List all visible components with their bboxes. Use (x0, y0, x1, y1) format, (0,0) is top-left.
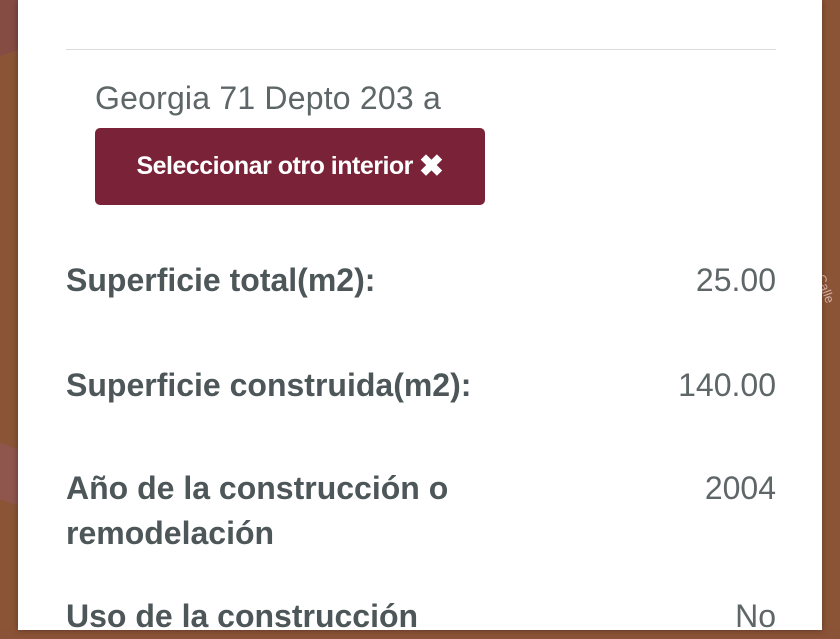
close-icon: ✖ (418, 149, 444, 183)
field-value: 140.00 (678, 367, 776, 403)
field-row-total-area: Superficie total(m2): 25.00 (66, 258, 776, 303)
field-label: Superficie construida(m2): (66, 367, 472, 403)
field-row-construction-use: Uso de la construcción No (66, 594, 776, 639)
field-row-construction-year: Año de la construcción o remodelación 20… (66, 466, 776, 556)
field-value: No (735, 598, 776, 634)
property-address: Georgia 71 Depto 203 a (95, 80, 441, 116)
select-other-interior-button[interactable]: Seleccionar otro interior ✖ (95, 128, 485, 205)
field-label: Uso de la construcción (66, 598, 419, 634)
field-label: Año de la construcción o remodelación (66, 470, 449, 551)
property-info-panel: Georgia 71 Depto 203 a Seleccionar otro … (18, 0, 822, 634)
field-row-built-area: Superficie construida(m2): 140.00 (66, 363, 776, 408)
field-value: 25.00 (695, 262, 776, 298)
select-other-interior-label: Seleccionar otro interior (136, 152, 413, 180)
divider (66, 49, 776, 50)
field-value: 2004 (704, 470, 776, 506)
field-label: Superficie total(m2): (66, 262, 376, 298)
